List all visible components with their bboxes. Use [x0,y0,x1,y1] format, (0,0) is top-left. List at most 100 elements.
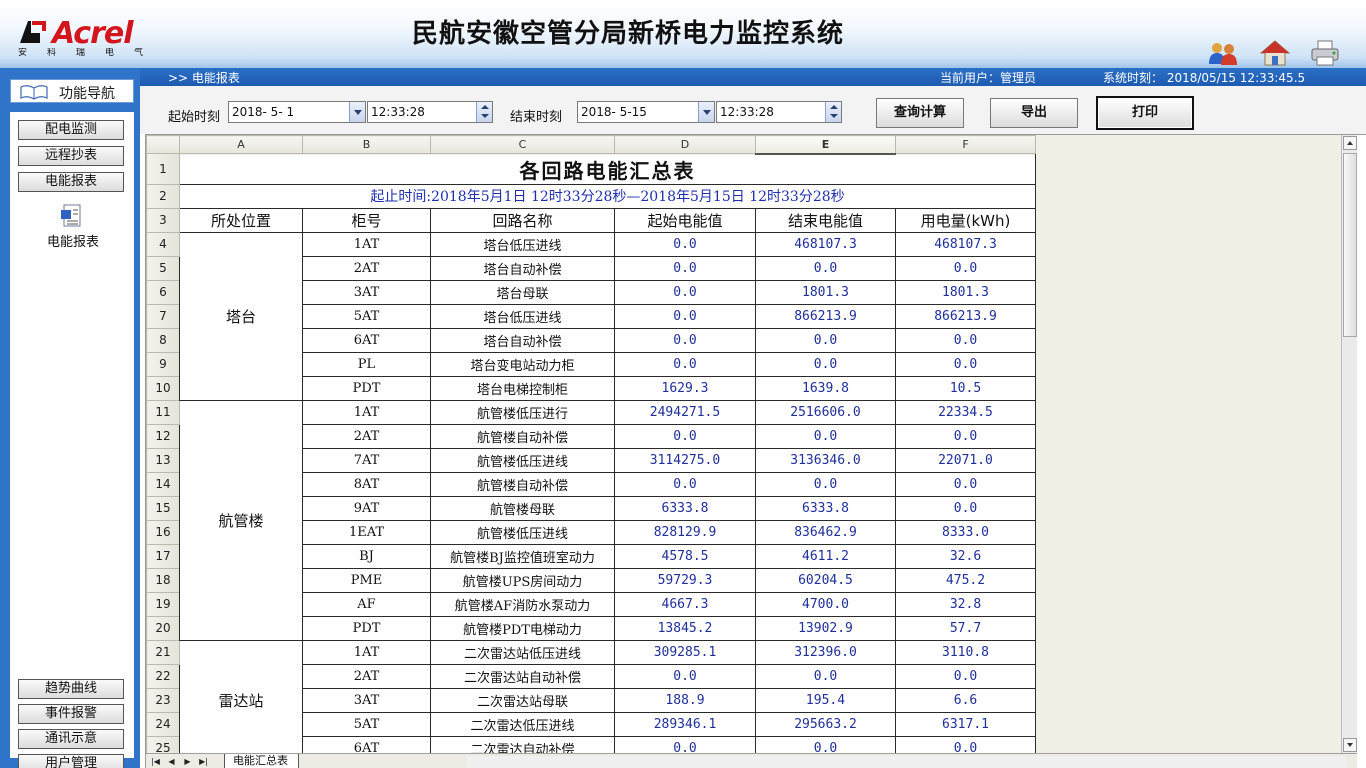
end-energy-cell[interactable]: 60204.5 [755,567,896,593]
nav-energy-report-button[interactable]: 电能报表 [18,172,124,192]
circuit-name-cell[interactable]: 二次雷达站低压进线 [430,639,615,665]
consumption-cell[interactable]: 6.6 [895,687,1036,713]
query-button[interactable]: 查询计算 [876,98,964,128]
start-energy-cell[interactable]: 6333.8 [614,495,756,521]
circuit-name-cell[interactable]: 航管楼母联 [430,495,615,521]
cabinet-cell[interactable]: 3AT [302,279,431,305]
circuit-name-cell[interactable]: 塔台母联 [430,279,615,305]
end-energy-cell[interactable]: 4700.0 [755,591,896,617]
consumption-cell[interactable]: 6317.1 [895,711,1036,737]
start-energy-cell[interactable]: 0.0 [614,231,756,257]
nav-remote-reading-button[interactable]: 远程抄表 [18,146,124,166]
consumption-cell[interactable]: 468107.3 [895,231,1036,257]
end-energy-cell[interactable]: 0.0 [755,423,896,449]
print-button[interactable]: 打印 [1096,96,1194,130]
circuit-name-cell[interactable]: 航管楼低压进线 [430,519,615,545]
cabinet-cell[interactable]: 2AT [302,423,431,449]
spin-arrows-icon[interactable] [476,102,492,122]
printer-icon[interactable] [1310,40,1340,66]
cabinet-cell[interactable]: 8AT [302,471,431,497]
nav-comm-diagram-button[interactable]: 通讯示意 [18,729,124,749]
cabinet-cell[interactable]: PDT [302,615,431,641]
scroll-down-icon[interactable] [1343,738,1357,752]
end-energy-cell[interactable]: 866213.9 [755,303,896,329]
column-header[interactable]: E [755,135,896,155]
consumption-cell[interactable]: 0.0 [895,663,1036,689]
horizontal-scrollbar[interactable] [466,756,1346,768]
circuit-name-cell[interactable]: 航管楼PDT电梯动力 [430,615,615,641]
consumption-cell[interactable]: 0.0 [895,255,1036,281]
consumption-cell[interactable]: 32.8 [895,591,1036,617]
home-icon[interactable] [1260,40,1290,66]
first-sheet-icon[interactable]: |◀ [150,756,161,767]
end-energy-cell[interactable]: 6333.8 [755,495,896,521]
report-time-range[interactable]: 起止时间:2018年5月1日 12时33分28秒—2018年5月15日 12时3… [179,183,1036,209]
cabinet-cell[interactable]: PME [302,567,431,593]
end-energy-cell[interactable]: 0.0 [755,735,896,753]
start-date-picker[interactable]: 2018- 5- 1 [228,101,366,123]
circuit-name-cell[interactable]: 塔台自动补偿 [430,255,615,281]
circuit-name-cell[interactable]: 航管楼低压进行 [430,399,615,425]
start-energy-cell[interactable]: 0.0 [614,303,756,329]
circuit-name-cell[interactable]: 二次雷达低压进线 [430,711,615,737]
cabinet-cell[interactable]: BJ [302,543,431,569]
cabinet-cell[interactable]: 7AT [302,447,431,473]
report-title[interactable]: 各回路电能汇总表 [179,153,1036,185]
end-energy-cell[interactable]: 468107.3 [755,231,896,257]
header-cabinet[interactable]: 柜号 [302,207,431,233]
start-energy-cell[interactable]: 0.0 [614,351,756,377]
end-energy-cell[interactable]: 312396.0 [755,639,896,665]
nav-event-alarm-button[interactable]: 事件报警 [18,704,124,724]
consumption-cell[interactable]: 0.0 [895,471,1036,497]
start-energy-cell[interactable]: 0.0 [614,255,756,281]
nav-toggle-button[interactable]: 功能导航 [10,79,134,103]
end-energy-cell[interactable]: 13902.9 [755,615,896,641]
header-circuit[interactable]: 回路名称 [430,207,615,233]
consumption-cell[interactable]: 0.0 [895,351,1036,377]
start-energy-cell[interactable]: 0.0 [614,735,756,753]
cabinet-cell[interactable]: 5AT [302,711,431,737]
start-energy-cell[interactable]: 188.9 [614,687,756,713]
circuit-name-cell[interactable]: 塔台变电站动力柜 [430,351,615,377]
start-energy-cell[interactable]: 828129.9 [614,519,756,545]
users-icon[interactable] [1208,40,1238,66]
end-energy-cell[interactable]: 0.0 [755,663,896,689]
cabinet-cell[interactable]: 1AT [302,231,431,257]
start-energy-cell[interactable]: 3114275.0 [614,447,756,473]
end-date-picker[interactable]: 2018- 5-15 [577,101,715,123]
consumption-cell[interactable]: 3110.8 [895,639,1036,665]
end-energy-cell[interactable]: 1801.3 [755,279,896,305]
circuit-name-cell[interactable]: 航管楼BJ监控值班室动力 [430,543,615,569]
circuit-name-cell[interactable]: 航管楼低压进线 [430,447,615,473]
end-energy-cell[interactable]: 0.0 [755,351,896,377]
select-all-corner[interactable] [146,135,180,154]
end-energy-cell[interactable]: 2516606.0 [755,399,896,425]
circuit-name-cell[interactable]: 塔台低压进线 [430,303,615,329]
consumption-cell[interactable]: 22071.0 [895,447,1036,473]
header-start-energy[interactable]: 起始电能值 [614,207,756,233]
circuit-name-cell[interactable]: 二次雷达站自动补偿 [430,663,615,689]
consumption-cell[interactable]: 22334.5 [895,399,1036,425]
start-energy-cell[interactable]: 1629.3 [614,375,756,401]
consumption-cell[interactable]: 1801.3 [895,279,1036,305]
cabinet-cell[interactable]: PDT [302,375,431,401]
cabinet-cell[interactable]: 6AT [302,327,431,353]
next-sheet-icon[interactable]: ▶ [182,756,193,767]
consumption-cell[interactable]: 57.7 [895,615,1036,641]
end-energy-cell[interactable]: 195.4 [755,687,896,713]
start-energy-cell[interactable]: 309285.1 [614,639,756,665]
cabinet-cell[interactable]: AF [302,591,431,617]
consumption-cell[interactable]: 0.0 [895,327,1036,353]
circuit-name-cell[interactable]: 二次雷达站母联 [430,687,615,713]
header-end-energy[interactable]: 结束电能值 [755,207,896,233]
cabinet-cell[interactable]: 1AT [302,639,431,665]
cabinet-cell[interactable]: 1EAT [302,519,431,545]
start-energy-cell[interactable]: 0.0 [614,327,756,353]
circuit-name-cell[interactable]: 塔台电梯控制柜 [430,375,615,401]
consumption-cell[interactable]: 475.2 [895,567,1036,593]
column-header[interactable]: B [302,135,431,154]
prev-sheet-icon[interactable]: ◀ [166,756,177,767]
consumption-cell[interactable]: 0.0 [895,495,1036,521]
nav-power-monitoring-button[interactable]: 配电监测 [18,120,124,140]
column-header[interactable]: D [614,135,756,154]
